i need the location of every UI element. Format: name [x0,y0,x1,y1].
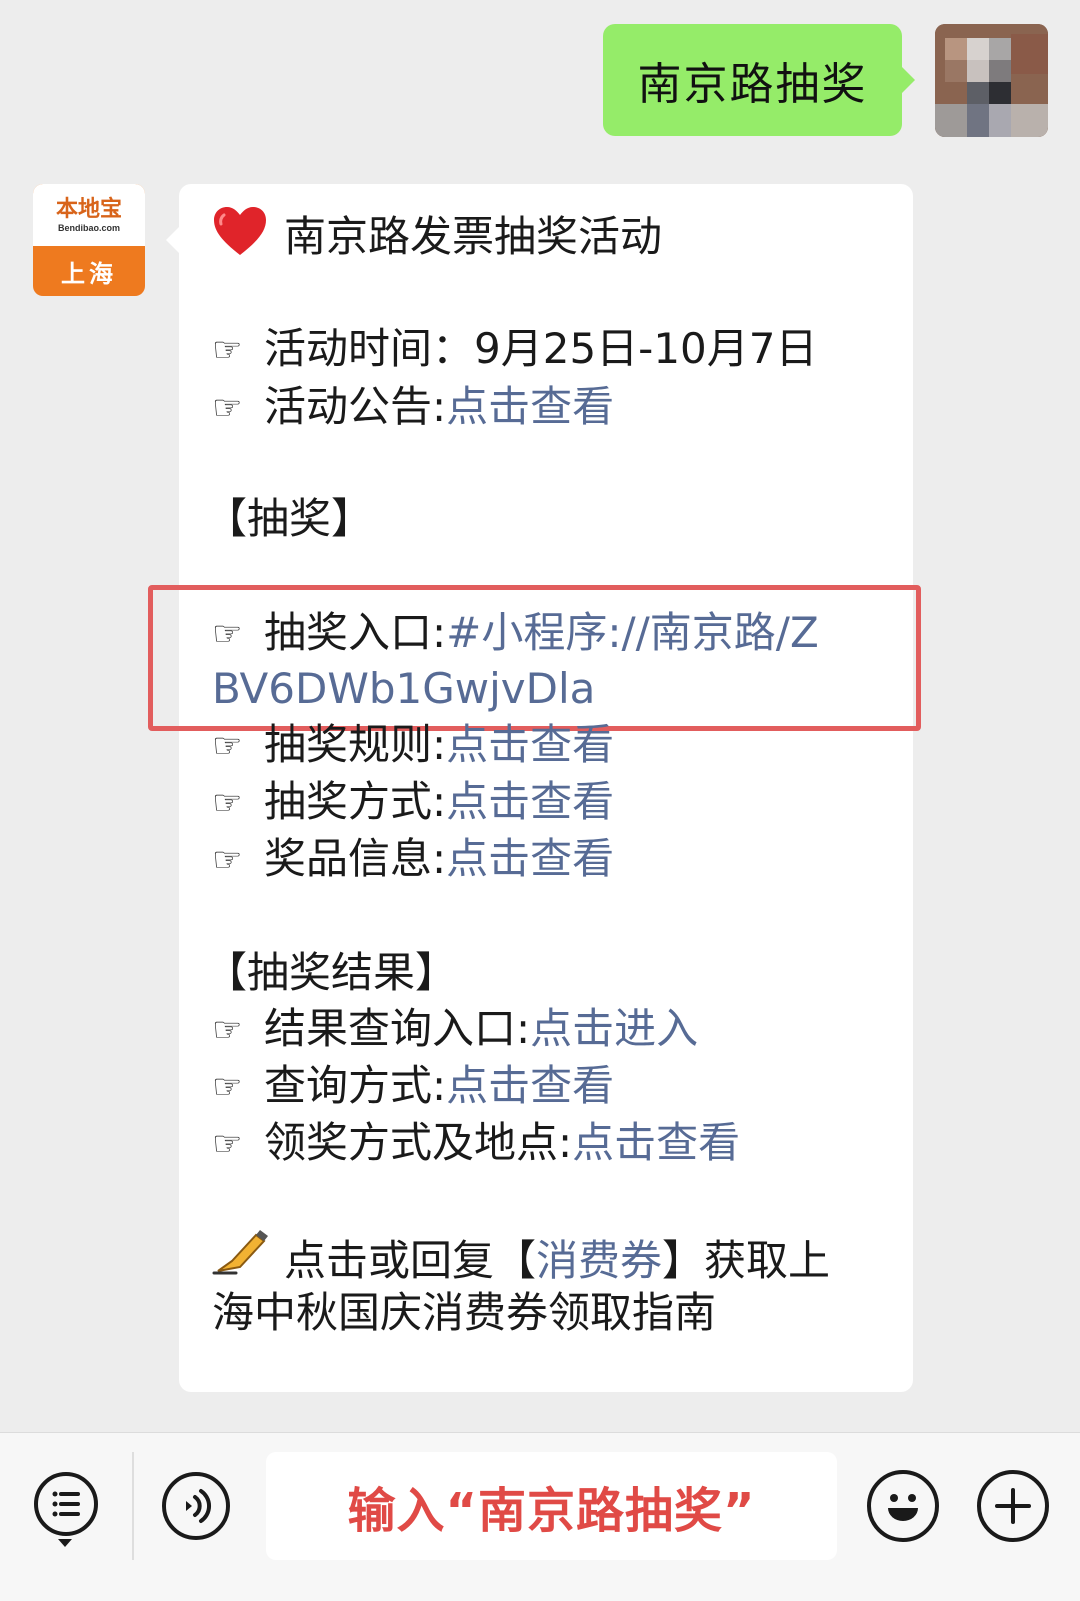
pointing-hand-icon: ☞ [212,330,243,370]
section-lottery-heading: 【抽奖】 [205,494,374,543]
result-entry-row: ☞ 结果查询入口:点击进入 [212,1000,698,1058]
lottery-rules-label: 抽奖规则: [264,720,447,769]
lottery-method-row: ☞ 抽奖方式:点击查看 [212,773,614,831]
pointing-hand-icon: ☞ [212,840,243,880]
footer-suffix: 】获取上 [662,1236,831,1285]
pointing-hand-icon: ☞ [212,388,243,428]
prize-info-label: 奖品信息: [264,834,447,883]
prize-info-row: ☞ 奖品信息:点击查看 [212,830,614,888]
menu-caret-icon [58,1539,72,1547]
prize-claim-link[interactable]: 点击查看 [572,1118,740,1167]
writing-hand-icon [212,1227,284,1290]
heart-icon [212,205,284,272]
input-bar-divider [132,1452,134,1560]
message-title-row: 南京路发票抽奖活动 [212,205,662,263]
message-input-field[interactable]: 输入“南京路抽奖” [266,1452,837,1560]
pointing-hand-icon: ☞ [212,1010,243,1050]
avatar-logo: 本地宝 Bendibao.com [33,184,145,246]
voice-icon [186,1489,211,1523]
voice-input-button[interactable] [162,1472,230,1540]
activity-time-value: 9月25日-10月7日 [474,324,818,373]
result-entry-link[interactable]: 点击进入 [530,1004,698,1053]
highlight-box [148,585,921,731]
outgoing-message-text: 南京路抽奖 [637,59,868,110]
emoji-button[interactable] [867,1470,939,1542]
outgoing-message-bubble[interactable]: 南京路抽奖 [603,24,915,136]
footer-row: 点击或回复【消费券】获取上 [212,1227,830,1285]
announcement-label: 活动公告: [264,382,447,431]
menu-list-icon [52,1491,80,1517]
official-account-avatar[interactable]: 本地宝 Bendibao.com 上海 [33,184,145,296]
footer-prefix: 点击或回复【 [284,1236,537,1285]
user-avatar[interactable] [935,24,1048,137]
pointing-hand-icon: ☞ [212,1124,243,1164]
pointing-hand-icon: ☞ [212,783,243,823]
query-method-label: 查询方式: [264,1061,447,1110]
menu-list-button[interactable] [34,1472,98,1536]
prize-claim-row: ☞ 领奖方式及地点:点击查看 [212,1114,740,1172]
query-method-link[interactable]: 点击查看 [446,1061,614,1110]
query-method-row: ☞ 查询方式:点击查看 [212,1057,614,1115]
footer-line-2: 海中秋国庆消费券领取指南 [212,1288,717,1337]
lottery-method-link[interactable]: 点击查看 [446,777,614,826]
activity-time-label: 活动时间： [264,324,475,373]
announcement-link[interactable]: 点击查看 [446,382,614,431]
avatar-city-label: 上海 [61,259,117,288]
lottery-rules-row: ☞ 抽奖规则:点击查看 [212,716,614,774]
voucher-keyword-link[interactable]: 消费券 [536,1236,662,1285]
lottery-method-label: 抽奖方式: [264,777,447,826]
result-entry-label: 结果查询入口: [264,1004,531,1053]
more-functions-button[interactable] [977,1470,1049,1542]
activity-time-row: ☞ 活动时间：9月25日-10月7日 [212,320,818,378]
section-results-heading: 【抽奖结果】 [205,948,458,997]
pointing-hand-icon: ☞ [212,726,243,766]
prize-info-link[interactable]: 点击查看 [446,834,614,883]
announcement-row: ☞ 活动公告:点击查看 [212,378,614,436]
message-input-placeholder: 输入“南京路抽奖” [347,1483,756,1539]
avatar-logo-domain: Bendibao.com [57,223,120,233]
lottery-rules-link[interactable]: 点击查看 [446,720,614,769]
pointing-hand-icon: ☞ [212,1067,243,1107]
prize-claim-label: 领奖方式及地点: [264,1118,573,1167]
emoji-icon [888,1494,918,1521]
plus-icon [995,1488,1031,1524]
message-title: 南京路发票抽奖活动 [284,212,663,261]
avatar-logo-name: 本地宝 [55,196,122,222]
